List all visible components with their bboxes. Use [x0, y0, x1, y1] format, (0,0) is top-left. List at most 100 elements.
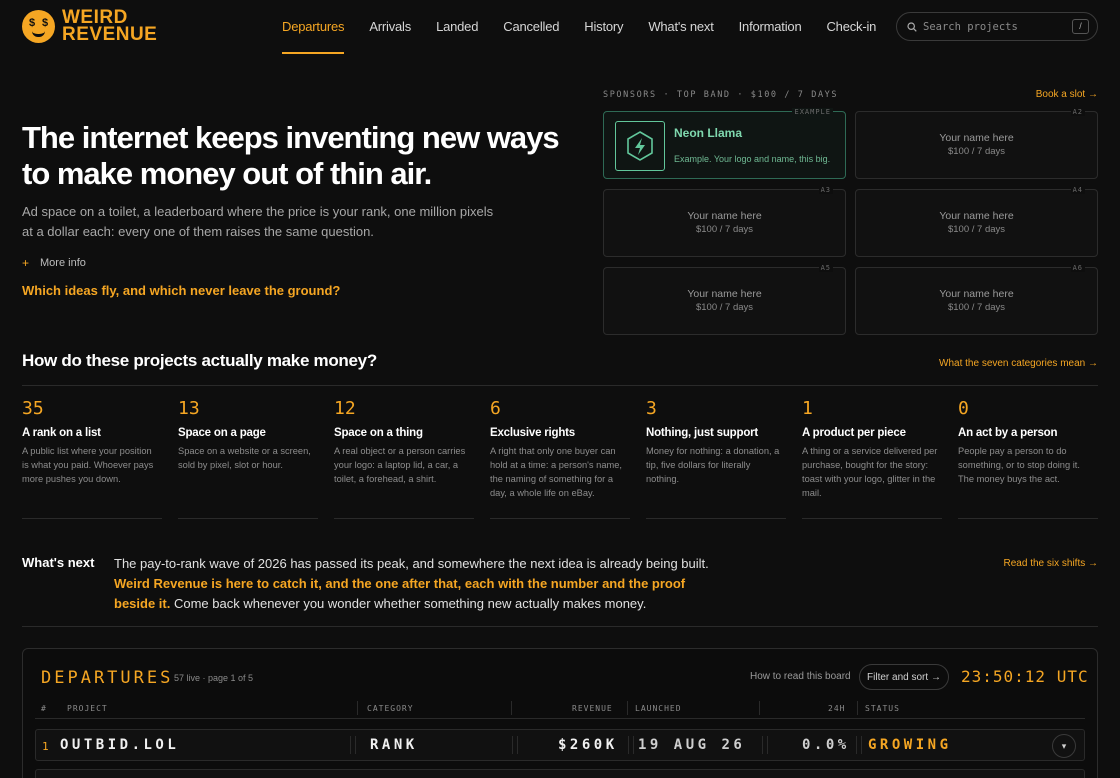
col-status[interactable]: STATUS: [865, 704, 900, 713]
col-24h[interactable]: 24H: [828, 704, 845, 713]
category-count: 12: [334, 398, 356, 419]
sponsor-example-desc: Example. Your logo and name, this big.: [674, 154, 831, 164]
sponsor-slot-a5[interactable]: A5 Your name here $100 / 7 days: [603, 264, 846, 335]
category-item[interactable]: 12 Space on a thing A real object or a p…: [334, 398, 490, 519]
nav-information[interactable]: Information: [739, 0, 802, 54]
row-24h: 0.0%: [802, 737, 850, 753]
logo-text: WEIRD REVENUE: [62, 8, 158, 45]
plus-icon: +: [22, 256, 30, 270]
category-name: Space on a page: [178, 427, 266, 439]
search-shortcut-key: /: [1072, 19, 1089, 34]
divider: [22, 385, 1098, 386]
col-separator: [511, 701, 512, 715]
slot-tag: A3: [818, 186, 833, 194]
more-info-label: More info: [40, 257, 86, 269]
nav-cancelled[interactable]: Cancelled: [503, 0, 559, 54]
nav-whats-next[interactable]: What's next: [648, 0, 714, 54]
row-project[interactable]: OUTBID.LOL: [60, 737, 179, 753]
categories-link[interactable]: What the seven categories mean →: [939, 358, 1098, 369]
category-desc: Money for nothing: a donation, a tip, fi…: [646, 446, 780, 484]
col-launched[interactable]: LAUNCHED: [635, 704, 682, 713]
sponsor-slot-a6[interactable]: A6 Your name here $100 / 7 days: [855, 264, 1098, 335]
slot-name: Your name here: [939, 288, 1014, 300]
flap-divider: [856, 736, 862, 754]
category-name: An act by a person: [958, 427, 1058, 439]
board-clock: 23:50:12 UTC: [961, 667, 1089, 686]
logo[interactable]: $ $ WEIRD REVENUE: [22, 8, 158, 45]
category-count: 1: [802, 398, 813, 419]
row-status: GROWING: [868, 737, 952, 753]
sponsor-slot-a2[interactable]: A2 Your name here $100 / 7 days: [855, 108, 1098, 179]
flap-divider: [628, 736, 634, 754]
expand-row-icon[interactable]: ▾: [1052, 734, 1076, 758]
table-row[interactable]: 1 OUTBID.LOL RANK $260K 19 AUG 26 0.0% G…: [35, 729, 1085, 761]
col-project[interactable]: PROJECT: [67, 704, 108, 713]
whats-next-text-b: Come back whenever you wonder whether so…: [173, 596, 647, 611]
col-category[interactable]: CATEGORY: [367, 704, 414, 713]
hero-question: Which ideas fly, and which never leave t…: [22, 283, 341, 298]
nav-departures[interactable]: Departures: [282, 0, 345, 54]
nav-arrivals[interactable]: Arrivals: [369, 0, 411, 54]
logo-mouth: [32, 31, 45, 37]
category-item[interactable]: 35 A rank on a list A public list where …: [22, 398, 178, 519]
hero-title: The internet keeps inventing new ways to…: [22, 120, 560, 191]
board-title: DEPARTURES: [41, 668, 174, 688]
slot-price: $100 / 7 days: [695, 224, 754, 235]
slot-price: $100 / 7 days: [695, 302, 754, 313]
logo-right-eye: $: [41, 16, 49, 29]
category-desc: A public list where your position is wha…: [22, 446, 154, 484]
search-icon: [907, 21, 917, 32]
slot-name: Your name here: [939, 210, 1014, 222]
nav-history[interactable]: History: [584, 0, 623, 54]
main-menu: Departures Arrivals Landed Cancelled His…: [282, 0, 901, 54]
slot-price: $100 / 7 days: [947, 302, 1006, 313]
search-input[interactable]: [923, 20, 1063, 33]
category-desc: A right that only one buyer can hold at …: [490, 446, 623, 498]
how-to-read-link[interactable]: How to read this board: [750, 671, 851, 682]
flap-divider: [762, 736, 768, 754]
sponsors-label: SPONSORS · TOP BAND · $100 / 7 DAYS: [603, 90, 839, 100]
category-item[interactable]: 3 Nothing, just support Money for nothin…: [646, 398, 802, 519]
category-count: 6: [490, 398, 501, 419]
row-rank: 1: [42, 740, 49, 753]
col-rank[interactable]: #: [41, 704, 47, 713]
category-item[interactable]: 13 Space on a page Space on a website or…: [178, 398, 334, 519]
slot-price: $100 / 7 days: [947, 146, 1006, 157]
flap-divider: [350, 736, 356, 754]
hero-description: Ad space on a toilet, a leaderboard wher…: [22, 204, 494, 239]
slot-price: $100 / 7 days: [947, 224, 1006, 235]
sponsor-slot-example[interactable]: EXAMPLE Neon Llama Example. Your logo an…: [603, 108, 846, 179]
col-separator: [759, 701, 760, 715]
category-item[interactable]: 0 An act by a person People pay a person…: [958, 398, 1114, 519]
category-desc: A real object or a person carries your l…: [334, 446, 466, 484]
col-separator: [857, 701, 858, 715]
logo-line-2: REVENUE: [62, 24, 158, 45]
category-name: Nothing, just support: [646, 427, 759, 439]
category-item[interactable]: 6 Exclusive rights A right that only one…: [490, 398, 646, 519]
slot-tag: A2: [1070, 108, 1085, 116]
nav-check-in[interactable]: Check-in: [826, 0, 876, 54]
slot-name: Your name here: [939, 132, 1014, 144]
flap-divider: [512, 736, 518, 754]
more-info-toggle[interactable]: + More info: [22, 256, 86, 270]
slot-tag: A4: [1070, 186, 1085, 194]
col-revenue[interactable]: REVENUE: [572, 704, 613, 713]
six-shifts-link[interactable]: Read the six shifts →: [1004, 558, 1098, 569]
sponsor-slot-a4[interactable]: A4 Your name here $100 / 7 days: [855, 186, 1098, 257]
slot-tag: A5: [818, 264, 833, 272]
category-name: Space on a thing: [334, 427, 423, 439]
category-desc: People pay a person to do something, or …: [958, 446, 1080, 484]
col-separator: [357, 701, 358, 715]
book-slot-link[interactable]: Book a slot →: [1036, 89, 1098, 100]
slot-name: Your name here: [687, 210, 762, 222]
logo-left-eye: $: [28, 16, 36, 29]
sponsor-example-name: Neon Llama: [674, 126, 743, 140]
category-count: 0: [958, 398, 969, 419]
search-box[interactable]: /: [896, 12, 1098, 41]
sponsor-slot-a3[interactable]: A3 Your name here $100 / 7 days: [603, 186, 846, 257]
filter-sort-button[interactable]: Filter and sort →: [859, 664, 949, 690]
table-row[interactable]: [35, 769, 1085, 778]
whats-next-text-a: The pay-to-rank wave of 2026 has passed …: [114, 556, 709, 571]
nav-landed[interactable]: Landed: [436, 0, 478, 54]
category-item[interactable]: 1 A product per piece A thing or a servi…: [802, 398, 958, 519]
